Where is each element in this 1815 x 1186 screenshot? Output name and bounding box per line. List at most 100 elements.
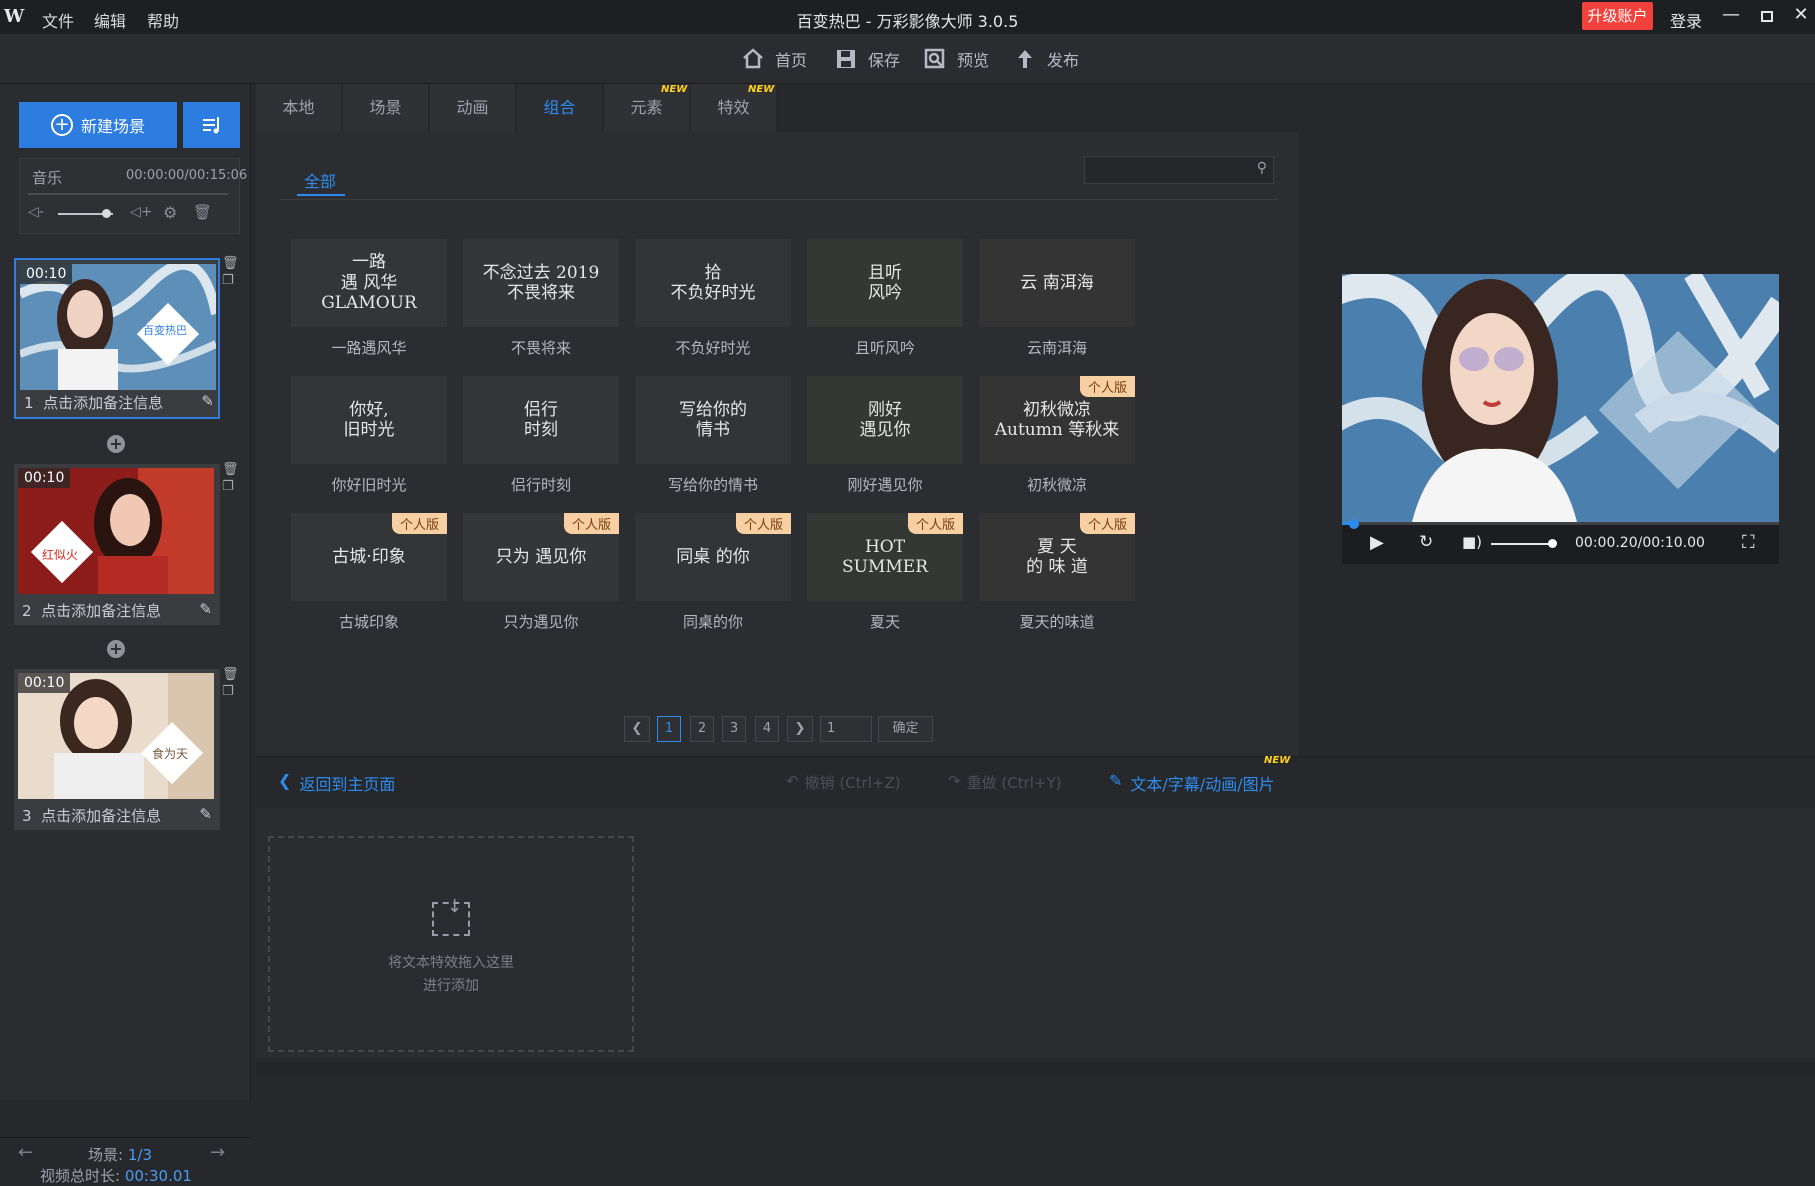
edit-icon[interactable]: ✎	[199, 805, 212, 826]
template-thumbnail-text: 拾 不负好时光	[670, 262, 756, 303]
duration-badge: 00:10	[18, 673, 71, 693]
template-thumbnail-text: 云 南洱海	[1020, 272, 1094, 293]
playback-time: 00:00.20/00:10.00	[1575, 535, 1705, 551]
editor-action-bar: ❮ 返回到主页面 ↶ 撤销 (Ctrl+Z) ↷ 重做 (Ctrl+Y) ✎ 文…	[256, 755, 1815, 808]
scene-note[interactable]: 点击添加备注信息	[41, 807, 161, 825]
tab-animation[interactable]: 动画	[430, 84, 516, 132]
template-thumbnail: 不念过去 2019 不畏将来	[463, 239, 619, 327]
next-scene-arrow-icon[interactable]: →	[210, 1142, 225, 1163]
publish-label: 发布	[1047, 51, 1080, 70]
pager-page-4[interactable]: 4	[755, 716, 779, 742]
tab-scene[interactable]: 场景	[343, 84, 429, 132]
personal-edition-badge: 个人版	[1079, 376, 1135, 397]
add-scene-icon[interactable]: +	[107, 640, 125, 658]
scene-card-2[interactable]: 红似火 00:10 2 点击添加备注信息 ✎	[14, 464, 220, 625]
new-badge: NEW	[1264, 755, 1291, 766]
pager-page-3[interactable]: 3	[722, 716, 746, 742]
pager-page-1[interactable]: 1	[657, 716, 681, 742]
replay-icon[interactable]: ↻	[1419, 532, 1433, 552]
pager-prev-icon[interactable]: ❮	[624, 716, 650, 742]
upgrade-account-button[interactable]: 升级账户	[1582, 2, 1653, 30]
volume-handle[interactable]	[1548, 539, 1557, 548]
template-thumbnail-text: 你好, 旧时光	[343, 399, 395, 440]
music-list-button[interactable]	[183, 102, 240, 148]
filter-all[interactable]: 全部	[304, 168, 336, 192]
search-input[interactable]	[1085, 157, 1245, 183]
pager-jump-input[interactable]: 1	[820, 716, 872, 742]
playback-progress-track[interactable]	[1342, 522, 1779, 525]
duration-badge: 00:10	[18, 468, 71, 488]
play-icon[interactable]: ▶	[1370, 532, 1384, 553]
copy-icon[interactable]: ❐	[222, 479, 238, 494]
prev-scene-arrow-icon[interactable]: ←	[18, 1142, 33, 1163]
volume-slider[interactable]	[1491, 543, 1553, 545]
text-effect-dropzone[interactable]: ↓ 将文本特效拖入这里 进行添加	[268, 836, 634, 1052]
scene-card-1[interactable]: 百变热巴 00:10 1 点击添加备注信息 ✎	[14, 258, 220, 419]
close-icon[interactable]: ✕	[1786, 4, 1815, 30]
pager-confirm-button[interactable]: 确定	[878, 716, 933, 742]
template-thumbnail-text: 且听 风吟	[868, 262, 902, 303]
new-badge: NEW	[748, 84, 775, 95]
pencil-icon: ✎	[1109, 771, 1123, 790]
pager-next-icon[interactable]: ❯	[787, 716, 813, 742]
new-scene-button[interactable]: + 新建场景	[19, 102, 177, 148]
copy-icon[interactable]: ❐	[222, 273, 238, 288]
save-button[interactable]: 保存	[834, 46, 900, 72]
home-button[interactable]: 首页	[741, 46, 807, 72]
template-label: 夏天	[869, 613, 900, 631]
text-subtitle-menu[interactable]: ✎ 文本/字幕/动画/图片	[1109, 771, 1275, 795]
redo-icon: ↷	[948, 772, 961, 790]
search-icon[interactable]: ⚲	[1257, 160, 1267, 176]
duration-badge: 00:10	[20, 264, 73, 284]
music-volume-handle[interactable]	[102, 209, 111, 218]
scene-side-actions: 🗑 ❐	[222, 462, 239, 494]
trash-icon[interactable]: 🗑	[222, 256, 239, 271]
scene-note[interactable]: 点击添加备注信息	[43, 394, 163, 412]
edit-icon[interactable]: ✎	[201, 392, 214, 413]
template-thumbnail-text: 一路 遇 风华 GLAMOUR	[321, 252, 417, 314]
music-time: 00:00:00/00:15:06	[126, 168, 248, 183]
scene-index: 2	[22, 602, 32, 620]
gear-icon[interactable]: ⚙	[163, 203, 177, 222]
tab-local[interactable]: 本地	[256, 84, 342, 132]
scene-note[interactable]: 点击添加备注信息	[41, 602, 161, 620]
edit-icon[interactable]: ✎	[199, 600, 212, 621]
trash-icon[interactable]: 🗑	[222, 462, 239, 477]
thumb-caption: 百变热巴	[143, 324, 187, 337]
template-label: 只为遇见你	[503, 613, 579, 631]
template-thumbnail: 且听 风吟	[807, 239, 963, 327]
volume-icon[interactable]: ■)	[1462, 533, 1482, 551]
horizontal-scrollbar[interactable]	[256, 1062, 1815, 1076]
tab-combination[interactable]: 组合	[517, 84, 603, 132]
redo-button[interactable]: ↷ 重做 (Ctrl+Y)	[948, 772, 1061, 793]
back-label: 返回到主页面	[299, 775, 396, 794]
personal-edition-badge: 个人版	[563, 513, 619, 534]
add-scene-icon[interactable]: +	[107, 435, 125, 453]
volume-down-icon[interactable]: ◁-	[28, 204, 44, 220]
copy-icon[interactable]: ❐	[222, 684, 238, 699]
minimize-icon[interactable]: —	[1716, 4, 1746, 30]
main-toolbar: 首页 保存 预览 发布	[0, 34, 1815, 84]
chevron-left-icon: ❮	[278, 771, 292, 790]
template-label: 不畏将来	[510, 339, 571, 357]
back-to-home-link[interactable]: ❮ 返回到主页面	[278, 771, 395, 795]
login-button[interactable]: 登录	[1670, 8, 1702, 32]
scene-card-3[interactable]: 食为天 00:10 3 点击添加备注信息 ✎	[14, 669, 220, 830]
publish-button[interactable]: 发布	[1013, 46, 1079, 72]
music-progress-track[interactable]	[28, 193, 228, 195]
trash-icon[interactable]: 🗑	[193, 203, 212, 221]
undo-button[interactable]: ↶ 撤销 (Ctrl+Z)	[786, 772, 901, 793]
pager-page-2[interactable]: 2	[690, 716, 714, 742]
template-thumbnail: 云 南洱海	[979, 239, 1135, 327]
playback-handle[interactable]	[1348, 519, 1359, 529]
fullscreen-icon[interactable]: ⛶	[1742, 532, 1755, 553]
volume-up-icon[interactable]: ◁+	[130, 204, 153, 220]
thumb-caption: 红似火	[42, 548, 79, 562]
thumb-caption: 食为天	[152, 747, 189, 761]
preview-button[interactable]: 预览	[923, 46, 989, 72]
template-label: 不负好时光	[675, 339, 751, 357]
maximize-icon[interactable]	[1752, 4, 1782, 30]
template-label: 你好旧时光	[331, 476, 407, 494]
save-label: 保存	[868, 51, 901, 70]
trash-icon[interactable]: 🗑	[222, 667, 239, 682]
